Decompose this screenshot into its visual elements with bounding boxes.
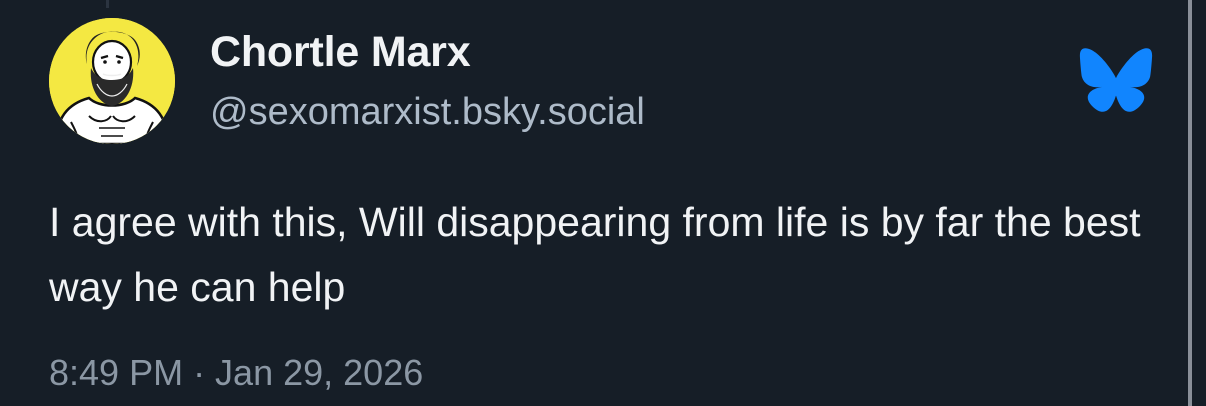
bluesky-butterfly-icon [1078, 47, 1154, 113]
avatar[interactable] [49, 18, 175, 144]
post-card: Chortle Marx @sexomarxist.bsky.social I … [0, 0, 1206, 406]
thread-line [106, 0, 109, 8]
author-handle[interactable]: @sexomarxist.bsky.social [210, 91, 645, 134]
author-display-name[interactable]: Chortle Marx [210, 28, 471, 77]
bearded-muscular-man-avatar-icon [49, 18, 175, 144]
post-timestamp[interactable]: 8:49 PM · Jan 29, 2026 [49, 352, 423, 394]
scrollbar[interactable] [1188, 0, 1192, 406]
post-text: I agree with this, Will disappearing fro… [49, 199, 1141, 310]
